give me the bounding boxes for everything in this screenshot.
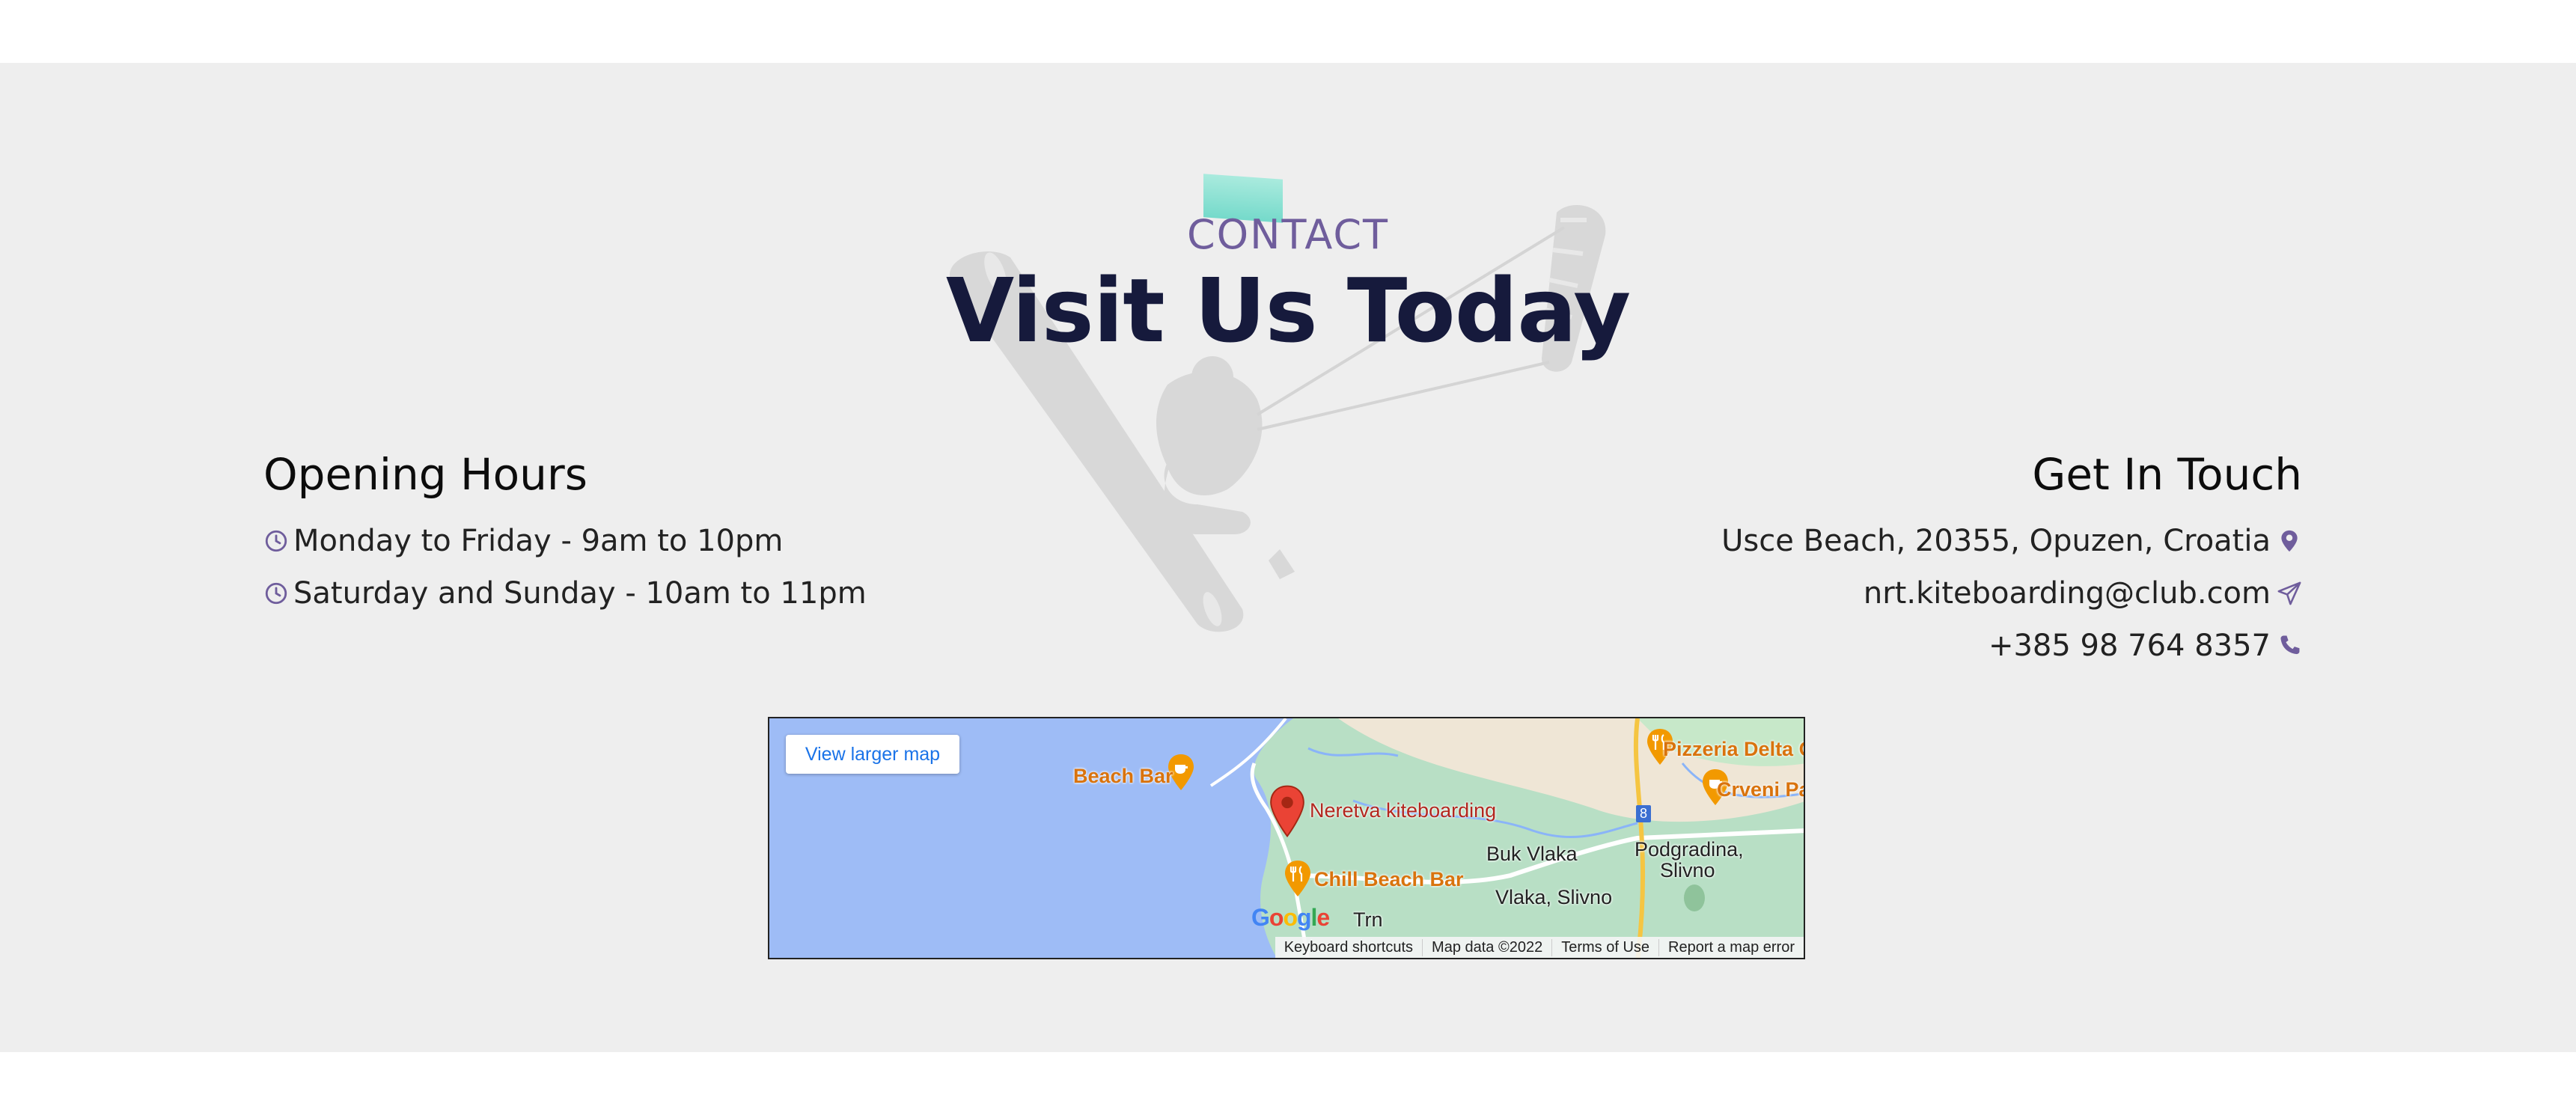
map-label-chill-beach-bar[interactable]: Chill Beach Bar [1314, 868, 1464, 891]
map-label-pizzeria-delta[interactable]: Pizzeria Delta O [1663, 738, 1804, 761]
address-text: Usce Beach, 20355, Opuzen, Croatia [1721, 523, 2271, 558]
contact-phone[interactable]: +385 98 764 8357 [1479, 620, 2302, 672]
terms-of-use-link[interactable]: Terms of Use [1551, 938, 1658, 956]
email-link[interactable]: nrt.kiteboarding@club.com [1864, 567, 2271, 620]
map-label-beach-bar[interactable]: Beach Bar [1073, 765, 1173, 788]
hours-weekdays: Monday to Friday - 9am to 10pm [263, 515, 1012, 567]
get-in-touch-column: Get In Touch Usce Beach, 20355, Opuzen, … [1479, 449, 2302, 672]
clock-icon [265, 582, 287, 604]
contact-email[interactable]: nrt.kiteboarding@club.com [1479, 567, 2302, 620]
map-label-buk-vlaka: Buk Vlaka [1486, 843, 1578, 865]
map-label-vlaka-slivno: Vlaka, Slivno [1495, 886, 1613, 908]
section-title: Visit Us Today [945, 259, 1631, 362]
map-pin-icon [2281, 530, 2298, 551]
opening-hours-column: Opening Hours Monday to Friday - 9am to … [263, 449, 1012, 620]
paper-plane-icon [2277, 581, 2301, 605]
contact-section: CONTACT Visit Us Today Opening Hours Mon… [0, 63, 2576, 1052]
location-pin-icon[interactable] [1268, 784, 1307, 838]
view-larger-map-button[interactable]: View larger map [786, 735, 959, 774]
map-label-podgradina: Podgradina, [1635, 838, 1744, 861]
map-label-neretva-kiteboarding[interactable]: Neretva kiteboarding [1310, 799, 1496, 822]
google-logo: Google [1251, 904, 1330, 931]
restaurant-marker-icon[interactable] [1283, 859, 1313, 898]
map-data-text: Map data ©2022 [1422, 938, 1551, 956]
opening-hours-title: Opening Hours [263, 449, 587, 500]
hours-weekend-text: Saturday and Sunday - 10am to 11pm [293, 575, 867, 611]
map-label-crveni[interactable]: Crveni Pa [1717, 778, 1804, 801]
report-map-error-link[interactable]: Report a map error [1658, 938, 1804, 956]
route-shield: 8 [1636, 805, 1652, 822]
hours-weekdays-text: Monday to Friday - 9am to 10pm [293, 523, 784, 558]
keyboard-shortcuts-link[interactable]: Keyboard shortcuts [1275, 939, 1422, 956]
get-in-touch-title: Get In Touch [2032, 449, 2302, 500]
map-attribution-bar: Keyboard shortcuts Map data ©2022 Terms … [1275, 937, 1804, 958]
map-label-trn: Trn [1353, 908, 1383, 931]
contact-address: Usce Beach, 20355, Opuzen, Croatia [1479, 515, 2302, 567]
hours-weekend: Saturday and Sunday - 10am to 11pm [263, 567, 1012, 620]
phone-icon [2280, 635, 2300, 654]
embedded-map[interactable]: View larger map Beach Bar Neretva kitebo… [768, 717, 1805, 959]
phone-link[interactable]: +385 98 764 8357 [1989, 620, 2271, 672]
section-eyebrow: CONTACT [1186, 211, 1390, 258]
clock-icon [265, 530, 287, 551]
map-label-slivno: Slivno [1660, 859, 1715, 881]
